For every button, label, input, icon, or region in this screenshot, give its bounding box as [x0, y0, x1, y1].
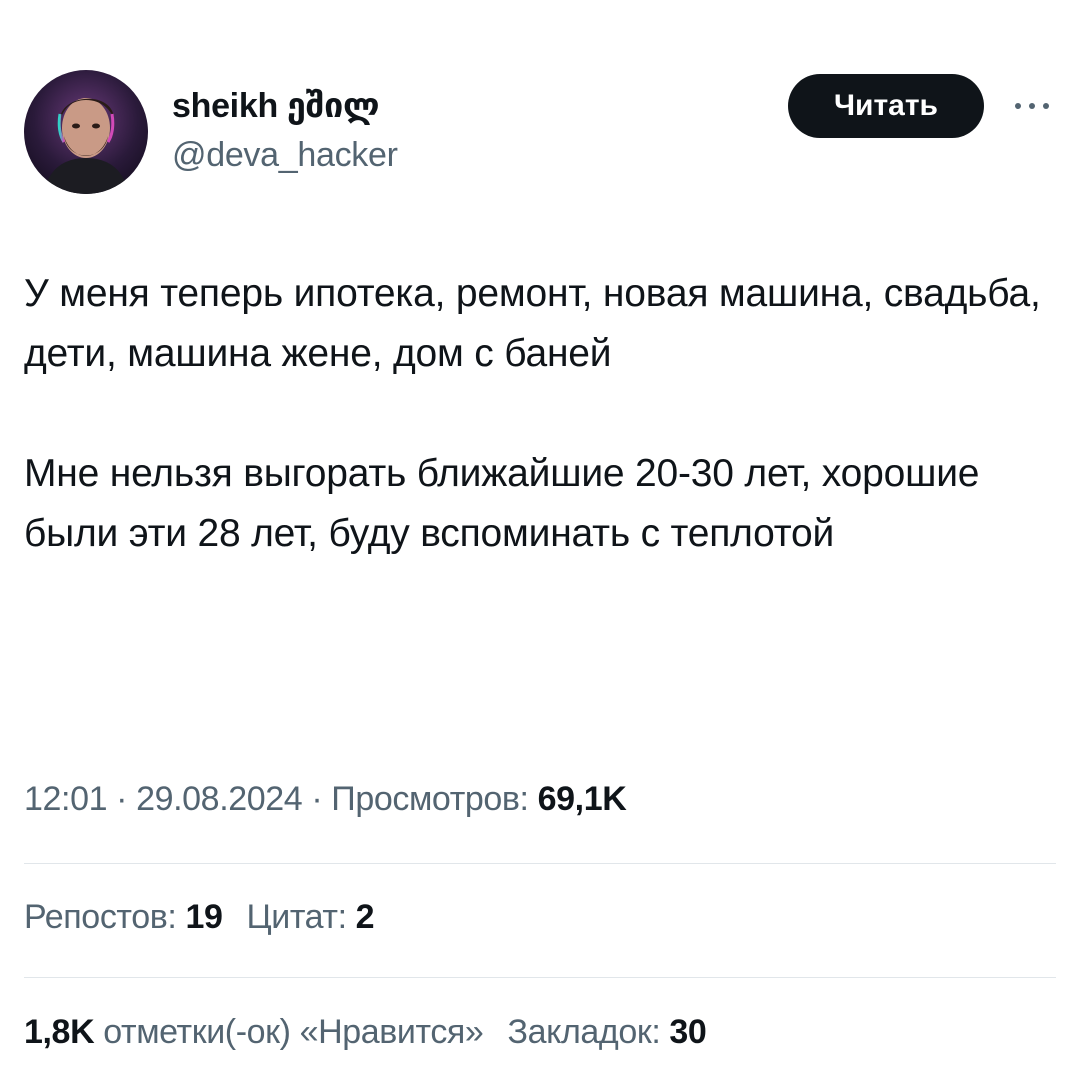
- divider: [24, 977, 1056, 978]
- reposts-count: 19: [185, 898, 223, 936]
- divider: [24, 863, 1056, 864]
- author-display-name[interactable]: sheikh ეშილ: [172, 86, 380, 126]
- views-label: Просмотров:: [331, 780, 538, 818]
- reposts-label: Репостов:: [24, 898, 186, 936]
- tweet-date[interactable]: 29.08.2024: [136, 780, 303, 818]
- likes-row: 1,8K отметки(-ок) «Нравится» Закладок: 30: [24, 1013, 730, 1052]
- tweet-paragraph: Мне нельзя выгорать ближайшие 20-30 лет,…: [24, 452, 980, 555]
- engagement-row: Репостов: 19 Цитат: 2: [24, 898, 398, 937]
- author-handle[interactable]: @deva_hacker: [172, 136, 398, 175]
- likes-label: отметки(-ок) «Нравится»: [94, 1013, 484, 1051]
- more-button[interactable]: [1008, 88, 1056, 124]
- avatar-photo-icon: [24, 70, 148, 194]
- follow-button[interactable]: Читать: [788, 74, 984, 138]
- meta-separator: ·: [107, 780, 137, 818]
- likes-stat[interactable]: 1,8K отметки(-ок) «Нравится»: [24, 1013, 484, 1052]
- bookmarks-stat[interactable]: Закладок: 30: [507, 1013, 706, 1052]
- avatar[interactable]: [24, 70, 148, 194]
- tweet-text: У меня теперь ипотека, ремонт, новая маш…: [24, 264, 1044, 564]
- quotes-label: Цитат:: [246, 898, 356, 936]
- meta-separator: ·: [302, 780, 332, 818]
- more-dots-icon: [1015, 103, 1049, 109]
- tweet-time[interactable]: 12:01: [24, 780, 107, 818]
- views-count: 69,1K: [537, 780, 627, 818]
- tweet-paragraph: У меня теперь ипотека, ремонт, новая маш…: [24, 272, 1041, 375]
- tweet-header: sheikh ეშილ @deva_hacker Читать: [0, 0, 1080, 220]
- likes-count: 1,8K: [24, 1013, 95, 1051]
- quotes-stat[interactable]: Цитат: 2: [247, 898, 375, 937]
- tweet-meta: 12:01 · 29.08.2024 · Просмотров: 69,1K: [24, 780, 627, 819]
- bookmarks-label: Закладок:: [507, 1013, 670, 1051]
- quotes-count: 2: [355, 898, 375, 936]
- bookmarks-count: 30: [669, 1013, 707, 1051]
- reposts-stat[interactable]: Репостов: 19: [24, 898, 223, 937]
